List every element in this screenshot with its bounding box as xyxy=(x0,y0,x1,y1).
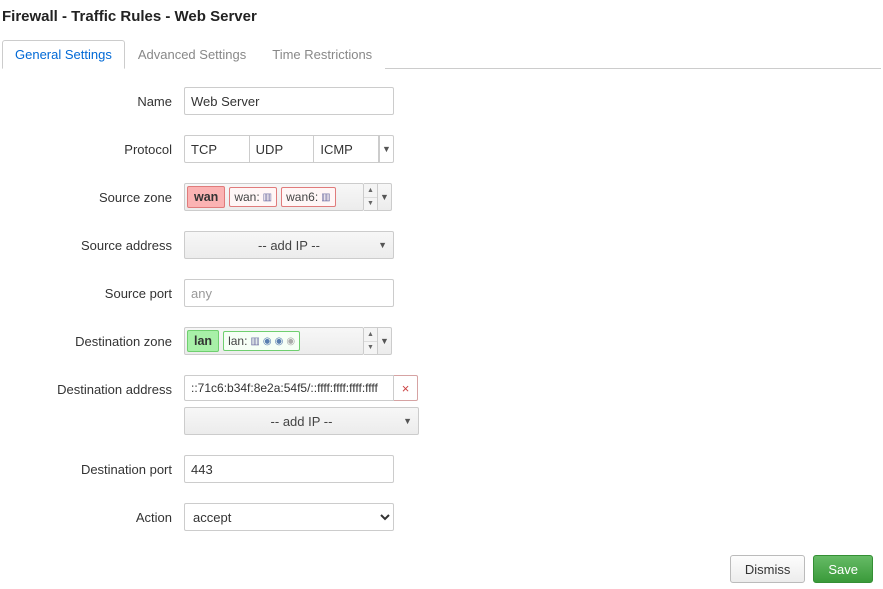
destination-zone-spinner[interactable]: ▲ ▼ xyxy=(364,327,378,355)
protocol-dropdown-caret[interactable]: ▼ xyxy=(379,136,393,162)
destination-port-input[interactable] xyxy=(184,455,394,483)
chevron-down-icon: ▼ xyxy=(378,240,387,250)
close-icon: × xyxy=(402,381,410,396)
label-protocol: Protocol xyxy=(2,135,184,157)
chevron-down-icon[interactable]: ▼ xyxy=(364,342,377,355)
destination-zone-badge: lan xyxy=(187,330,219,352)
source-port-input[interactable] xyxy=(184,279,394,307)
destination-zone-dropdown-caret[interactable]: ▼ xyxy=(378,327,392,355)
protocol-option-icmp: ICMP xyxy=(314,136,379,162)
page-title: Firewall - Traffic Rules - Web Server xyxy=(2,8,881,25)
destination-address-input[interactable] xyxy=(184,375,394,401)
globe-icon: ◉ xyxy=(275,336,284,347)
label-source-zone: Source zone xyxy=(2,183,184,205)
chevron-down-icon[interactable]: ▼ xyxy=(364,198,377,211)
destination-zone-iface-lan: lan: ▥ ◉ ◉ ◉ xyxy=(223,331,300,351)
chevron-up-icon[interactable]: ▲ xyxy=(364,184,377,198)
tab-bar: General Settings Advanced Settings Time … xyxy=(2,39,881,69)
label-source-address: Source address xyxy=(2,231,184,253)
globe-icon: ◉ xyxy=(263,336,272,347)
label-destination-zone: Destination zone xyxy=(2,327,184,349)
label-name: Name xyxy=(2,87,184,109)
action-select[interactable]: accept xyxy=(184,503,394,531)
dismiss-button[interactable]: Dismiss xyxy=(730,555,806,583)
label-action: Action xyxy=(2,503,184,525)
globe-icon: ◉ xyxy=(286,336,295,347)
tab-general-settings[interactable]: General Settings xyxy=(2,40,125,69)
protocol-select[interactable]: TCP UDP ICMP ▼ xyxy=(184,135,394,163)
chevron-down-icon: ▼ xyxy=(403,416,412,426)
label-destination-address: Destination address xyxy=(2,375,184,397)
destination-address-add-ip[interactable]: -- add IP -- ▼ xyxy=(184,407,419,435)
tab-advanced-settings[interactable]: Advanced Settings xyxy=(125,40,259,69)
protocol-option-tcp: TCP xyxy=(185,136,250,162)
protocol-option-udp: UDP xyxy=(250,136,315,162)
label-source-port: Source port xyxy=(2,279,184,301)
name-input[interactable] xyxy=(184,87,394,115)
ethernet-icon: ▥ xyxy=(263,192,272,203)
remove-destination-address-button[interactable]: × xyxy=(394,375,418,401)
source-zone-iface-wan6: wan6: ▥ xyxy=(281,187,335,207)
ethernet-icon: ▥ xyxy=(321,192,330,203)
source-zone-select[interactable]: wan wan: ▥ wan6: ▥ xyxy=(184,183,364,211)
label-destination-port: Destination port xyxy=(2,455,184,477)
source-zone-dropdown-caret[interactable]: ▼ xyxy=(378,183,392,211)
source-zone-badge: wan xyxy=(187,186,225,208)
tab-time-restrictions[interactable]: Time Restrictions xyxy=(259,40,385,69)
source-address-add-ip[interactable]: -- add IP -- ▼ xyxy=(184,231,394,259)
ethernet-icon: ▥ xyxy=(250,336,259,347)
chevron-up-icon[interactable]: ▲ xyxy=(364,328,377,342)
source-zone-spinner[interactable]: ▲ ▼ xyxy=(364,183,378,211)
destination-zone-select[interactable]: lan lan: ▥ ◉ ◉ ◉ xyxy=(184,327,364,355)
source-zone-iface-wan: wan: ▥ xyxy=(229,187,277,207)
save-button[interactable]: Save xyxy=(813,555,873,583)
